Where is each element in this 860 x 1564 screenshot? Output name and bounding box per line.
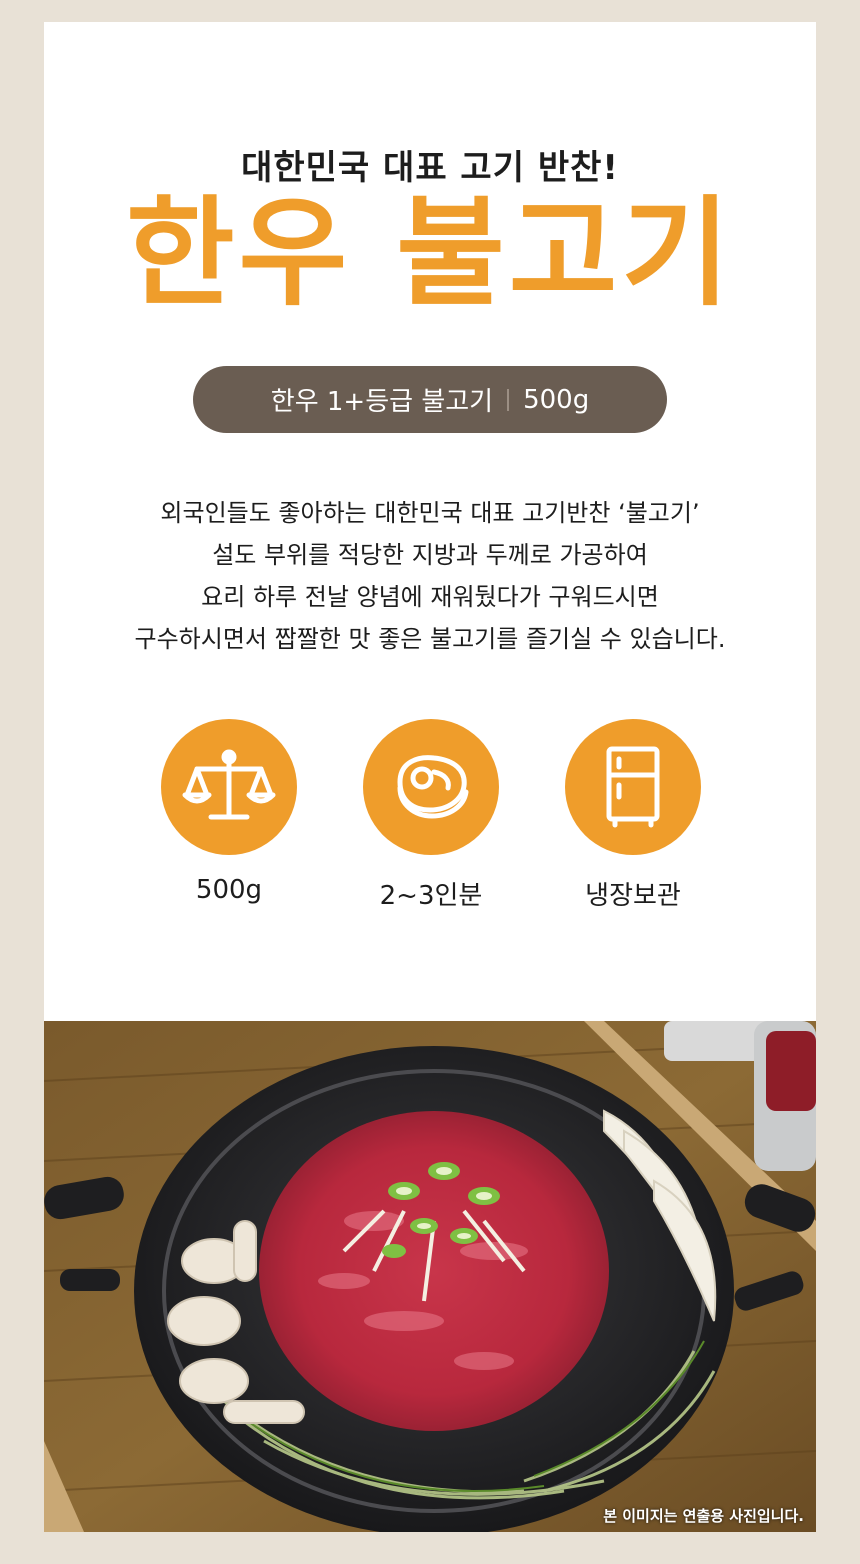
- feature-label: 2~3인분: [379, 881, 483, 911]
- description-line: 구수하시면서 짭짤한 맛 좋은 불고기를 즐기실 수 있습니다.: [134, 625, 726, 653]
- feature-storage: 냉장보관: [563, 719, 703, 912]
- scale-icon: [182, 749, 276, 820]
- spec-pill: 한우 1+등급 불고기 500g: [193, 366, 667, 433]
- feature-label: 500g: [195, 875, 263, 905]
- feature-icon-circle: [565, 719, 701, 855]
- description-line: 요리 하루 전날 양념에 재워뒀다가 구워드시면: [201, 583, 659, 611]
- feature-servings: 2~3인분: [361, 719, 501, 912]
- feature-label: 냉장보관: [585, 881, 681, 911]
- bulgogi-pan-illustration: [44, 1021, 816, 1532]
- spec-grade: 한우 1+등급 불고기: [270, 387, 494, 417]
- feature-icon-circle: [363, 719, 499, 855]
- feature-weight: 500g: [159, 719, 299, 905]
- steak-icon: [397, 755, 469, 819]
- feature-icon-circle: [161, 719, 297, 855]
- product-detail-card: 대한민국 대표 고기 반찬! 한우 불고기 한우 1+등급 불고기 500g 외…: [44, 22, 816, 1532]
- page-title: 한우 불고기: [126, 184, 734, 322]
- spec-weight: 500g: [523, 384, 590, 415]
- product-photo: 본 이미지는 연출용 사진입니다.: [44, 1021, 816, 1532]
- page-subtitle: 대한민국 대표 고기 반찬!: [241, 148, 619, 188]
- photo-caption: 본 이미지는 연출용 사진입니다.: [603, 1507, 804, 1525]
- spec-divider: [507, 388, 510, 411]
- product-description: 외국인들도 좋아하는 대한민국 대표 고기반찬 ‘불고기’ 설도 부위를 적당한…: [44, 492, 816, 660]
- description-line: 설도 부위를 적당한 지방과 두께로 가공하여: [212, 541, 648, 569]
- description-line: 외국인들도 좋아하는 대한민국 대표 고기반찬 ‘불고기’: [160, 499, 700, 527]
- refrigerator-icon: [606, 746, 660, 828]
